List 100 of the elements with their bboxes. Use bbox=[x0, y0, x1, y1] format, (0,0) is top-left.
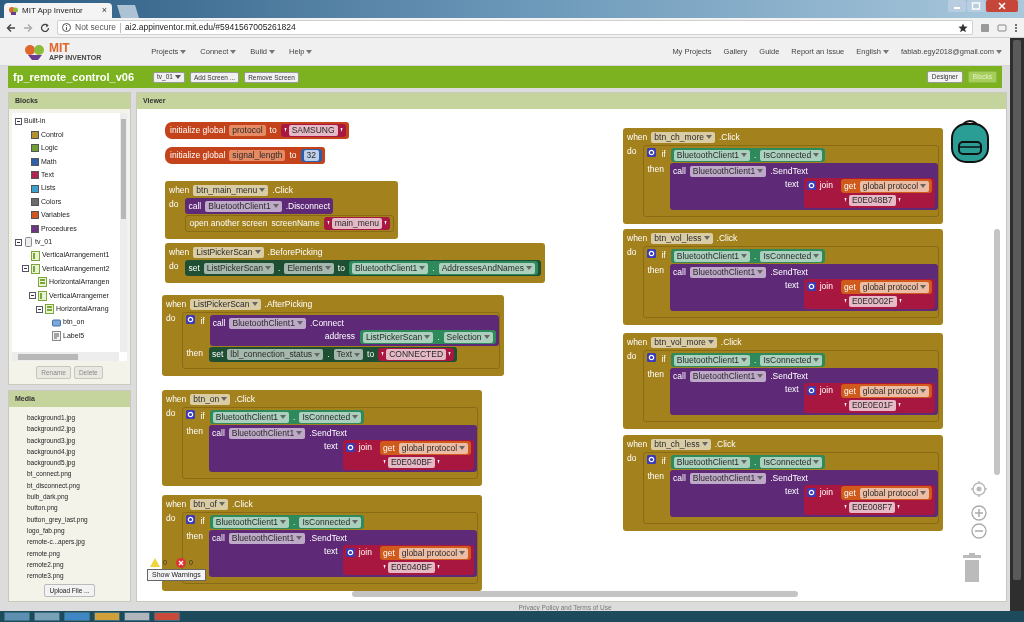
gear-icon[interactable] bbox=[186, 315, 196, 324]
gear-icon[interactable] bbox=[186, 410, 196, 419]
dropdown-field[interactable]: BluetoothClient1 bbox=[673, 456, 751, 468]
gear-icon[interactable] bbox=[806, 281, 816, 291]
dropdown-field[interactable]: Text bbox=[333, 349, 364, 360]
gear-icon[interactable] bbox=[806, 385, 816, 395]
collapse-icon[interactable] bbox=[15, 118, 22, 126]
scrollbar[interactable] bbox=[12, 352, 119, 361]
dropdown-field[interactable]: btn_on bbox=[190, 393, 231, 405]
dropdown-field[interactable]: BluetoothClient1 bbox=[673, 149, 751, 161]
dropdown-field[interactable]: IsConnected bbox=[760, 456, 823, 468]
dropdown-field[interactable]: global protocol bbox=[859, 385, 930, 397]
label-icon bbox=[52, 330, 61, 341]
gear-icon[interactable] bbox=[647, 455, 657, 464]
dropdown-field[interactable]: ListPickerScan bbox=[203, 262, 275, 274]
dropdown-field[interactable]: BluetoothClient1 bbox=[228, 427, 306, 439]
url-text[interactable]: ai2.appinventor.mit.edu/#5941567005261824 bbox=[125, 21, 954, 34]
string-field[interactable]: E0E040BF bbox=[387, 457, 436, 468]
dropdown-field[interactable]: BluetoothClient1 bbox=[212, 516, 290, 528]
dropdown-field[interactable]: BluetoothClient1 bbox=[205, 200, 282, 212]
name-field[interactable]: signal_length bbox=[229, 150, 286, 161]
dropdown-field[interactable]: global protocol bbox=[398, 442, 469, 454]
collapse-icon[interactable] bbox=[15, 238, 22, 246]
collapse-icon[interactable] bbox=[29, 292, 36, 300]
dropdown-field[interactable]: btn_of bbox=[190, 498, 228, 510]
dropdown-field[interactable]: BluetoothClient1 bbox=[673, 354, 751, 366]
name-field[interactable]: protocol bbox=[229, 125, 266, 136]
dropdown-field[interactable]: BluetoothClient1 bbox=[689, 165, 767, 177]
dropdown-field[interactable]: BluetoothClient1 bbox=[689, 266, 767, 278]
dropdown-field[interactable]: BluetoothClient1 bbox=[689, 370, 767, 382]
browser-tab[interactable]: MIT App Inventor × bbox=[4, 3, 112, 18]
dropdown-field[interactable]: BluetoothClient1 bbox=[351, 262, 429, 274]
block-label: get bbox=[843, 487, 856, 499]
caret-icon bbox=[419, 266, 426, 270]
dropdown-field[interactable]: IsConnected bbox=[299, 411, 362, 423]
scrollbar[interactable] bbox=[352, 591, 798, 597]
dropdown-field[interactable]: global protocol bbox=[859, 487, 930, 499]
dropdown-field[interactable]: btn_ch_more bbox=[651, 131, 715, 143]
dropdown-field[interactable]: ListPickerScan bbox=[362, 331, 434, 343]
dropdown-field[interactable]: Elements bbox=[284, 262, 334, 274]
gear-icon[interactable] bbox=[345, 547, 355, 557]
dropdown-field[interactable]: ListPickerScan bbox=[190, 298, 261, 310]
dropdown-field[interactable]: lbl_connection_status bbox=[227, 349, 324, 360]
string-field[interactable]: E0E048B7 bbox=[848, 195, 896, 206]
info-icon[interactable] bbox=[62, 23, 71, 32]
new-tab-button[interactable] bbox=[114, 5, 140, 18]
gear-icon[interactable] bbox=[647, 249, 657, 258]
gear-icon[interactable] bbox=[806, 487, 816, 497]
menu-icon[interactable] bbox=[1014, 22, 1018, 33]
gear-icon[interactable] bbox=[647, 353, 657, 362]
caret-icon bbox=[174, 75, 181, 79]
gear-icon[interactable] bbox=[345, 442, 355, 452]
dropdown-field[interactable]: btn_vol_less bbox=[651, 232, 713, 244]
string-field[interactable]: E0E0E01F bbox=[848, 400, 897, 411]
dropdown-field[interactable]: IsConnected bbox=[760, 149, 823, 161]
star-icon[interactable] bbox=[958, 22, 968, 33]
dropdown-field[interactable]: BluetoothClient1 bbox=[689, 472, 767, 484]
scrollbar[interactable] bbox=[994, 229, 1000, 475]
string-field[interactable]: main_menu bbox=[331, 218, 383, 229]
collapse-icon[interactable] bbox=[22, 265, 29, 273]
dropdown-field[interactable]: AddressesAndNames bbox=[438, 262, 535, 274]
dropdown-field[interactable]: BluetoothClient1 bbox=[229, 317, 306, 329]
dropdown-field[interactable]: IsConnected bbox=[760, 354, 823, 366]
block-label: . bbox=[327, 348, 330, 361]
dropdown-field[interactable]: IsConnected bbox=[760, 250, 823, 262]
dropdown-field[interactable]: btn_ch_less bbox=[651, 438, 711, 450]
string-field[interactable]: SAMSUNG bbox=[288, 125, 338, 136]
gear-icon[interactable] bbox=[186, 515, 196, 524]
block-label: do bbox=[166, 512, 176, 524]
taskbar-icon[interactable] bbox=[124, 612, 150, 621]
backpack-icon[interactable] bbox=[948, 118, 992, 164]
caret-icon bbox=[230, 49, 237, 54]
string-field[interactable]: E0E0D02F bbox=[848, 296, 897, 307]
string-field[interactable]: E0E008F7 bbox=[848, 502, 896, 513]
caret-icon bbox=[272, 204, 279, 208]
string-field[interactable]: CONNECTED bbox=[386, 349, 447, 360]
close-window-button[interactable] bbox=[986, 0, 1018, 12]
dropdown-field[interactable]: ListPickerScan bbox=[193, 246, 264, 258]
block-label: . bbox=[754, 456, 757, 468]
dropdown-field[interactable]: IsConnected bbox=[299, 516, 362, 528]
reload-icon[interactable] bbox=[40, 22, 50, 33]
dropdown-field[interactable]: BluetoothClient1 bbox=[228, 532, 306, 544]
back-icon[interactable] bbox=[6, 22, 16, 33]
dropdown-field[interactable]: btn_main_menu bbox=[193, 184, 269, 196]
gear-icon[interactable] bbox=[647, 148, 657, 157]
scrollbar[interactable] bbox=[120, 113, 127, 352]
dropdown-field[interactable]: BluetoothClient1 bbox=[673, 250, 751, 262]
dropdown-field[interactable]: Selection bbox=[443, 331, 493, 343]
dropdown-field[interactable]: BluetoothClient1 bbox=[212, 411, 290, 423]
dropdown-field[interactable]: btn_vol_more bbox=[651, 336, 717, 348]
gear-icon[interactable] bbox=[806, 180, 816, 190]
block-label: set bbox=[212, 348, 224, 361]
dropdown-field[interactable]: global protocol bbox=[398, 547, 469, 559]
dropdown-field[interactable]: global protocol bbox=[859, 180, 930, 192]
close-tab-button[interactable]: × bbox=[101, 6, 107, 15]
number-field[interactable]: 32 bbox=[303, 150, 319, 161]
string-field[interactable]: E0E040BF bbox=[387, 562, 436, 573]
dropdown-field[interactable]: global protocol bbox=[859, 281, 930, 293]
collapse-icon[interactable] bbox=[36, 305, 43, 313]
scrollbar[interactable] bbox=[1010, 38, 1024, 611]
